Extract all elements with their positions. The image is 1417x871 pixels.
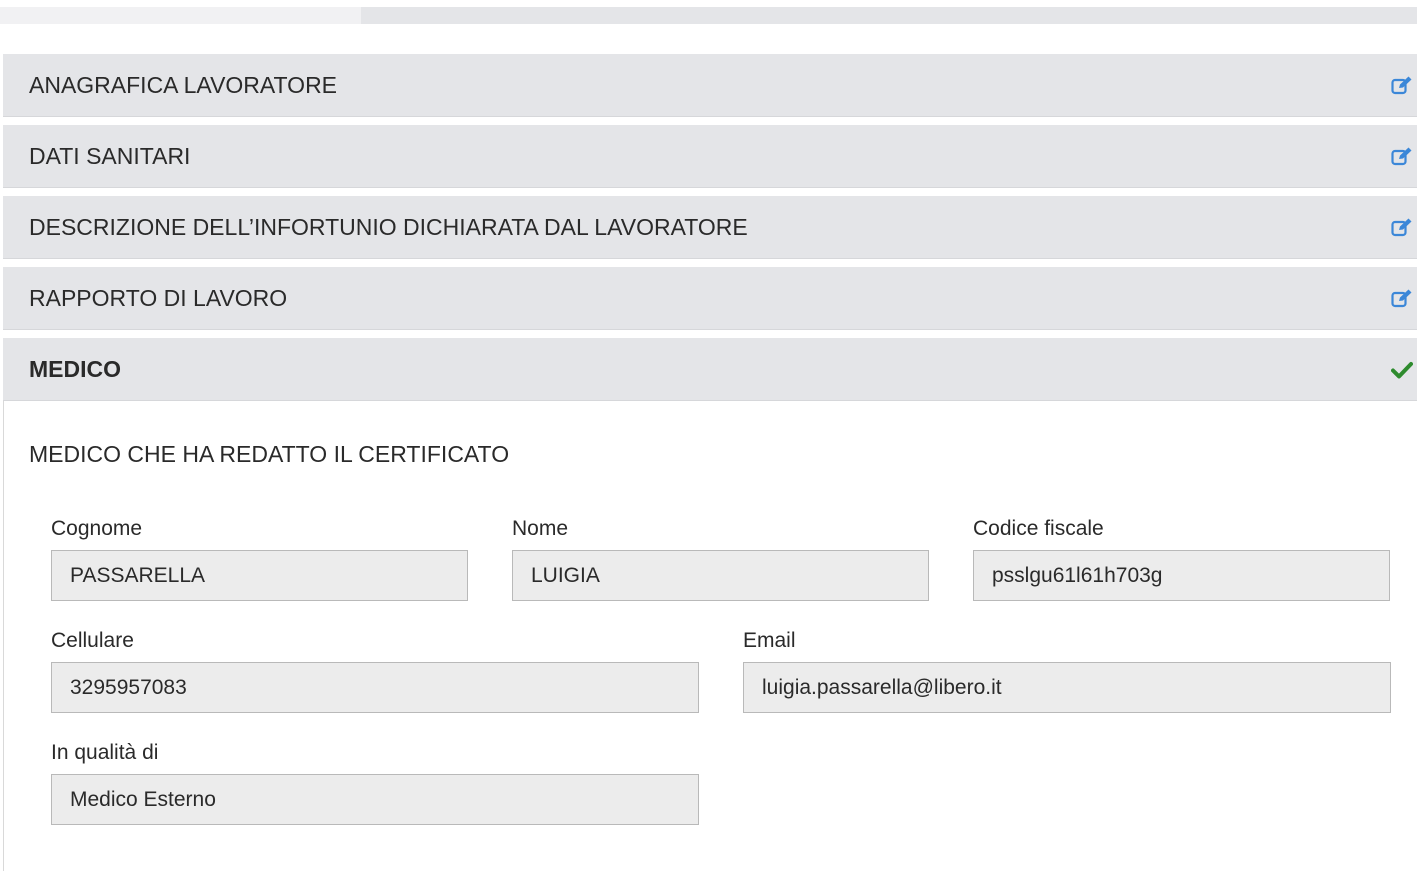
- cellulare-field[interactable]: [51, 662, 699, 713]
- nome-label: Nome: [512, 517, 569, 540]
- edit-icon[interactable]: [1391, 75, 1413, 97]
- progress-bar: [0, 7, 1417, 24]
- cellulare-label: Cellulare: [51, 629, 134, 652]
- section-medico[interactable]: MEDICO: [3, 338, 1417, 401]
- section-label: MEDICO: [29, 355, 121, 382]
- accordion: ANAGRAFICA LAVORATORE DATI SANITARI DESC…: [3, 54, 1417, 871]
- in-qualita-di-label: In qualità di: [51, 741, 159, 764]
- email-field[interactable]: [743, 662, 1391, 713]
- section-dati-sanitari[interactable]: DATI SANITARI: [3, 125, 1417, 188]
- check-icon: [1391, 359, 1413, 381]
- edit-icon[interactable]: [1391, 217, 1413, 239]
- section-label: DESCRIZIONE DELL’INFORTUNIO DICHIARATA D…: [29, 213, 748, 240]
- in-qualita-di-field[interactable]: [51, 774, 699, 825]
- codice-fiscale-field[interactable]: [973, 550, 1390, 601]
- section-rapporto-di-lavoro[interactable]: RAPPORTO DI LAVORO: [3, 267, 1417, 330]
- section-label: DATI SANITARI: [29, 142, 191, 169]
- progress-bar-fill: [0, 7, 362, 24]
- edit-icon[interactable]: [1391, 146, 1413, 168]
- codice-fiscale-label: Codice fiscale: [973, 517, 1104, 540]
- cognome-label: Cognome: [51, 517, 143, 540]
- edit-icon[interactable]: [1391, 288, 1413, 310]
- cognome-field[interactable]: [51, 550, 468, 601]
- section-anagrafica-lavoratore[interactable]: ANAGRAFICA LAVORATORE: [3, 54, 1417, 117]
- nome-field[interactable]: [512, 550, 929, 601]
- section-title: MEDICO CHE HA REDATTO IL CERTIFICATO: [29, 441, 510, 467]
- section-label: ANAGRAFICA LAVORATORE: [29, 71, 338, 98]
- section-medico-body: MEDICO CHE HA REDATTO IL CERTIFICATO Cog…: [3, 401, 1417, 871]
- section-label: RAPPORTO DI LAVORO: [29, 284, 288, 311]
- section-descrizione-infortunio[interactable]: DESCRIZIONE DELL’INFORTUNIO DICHIARATA D…: [3, 196, 1417, 259]
- email-label: Email: [743, 629, 796, 652]
